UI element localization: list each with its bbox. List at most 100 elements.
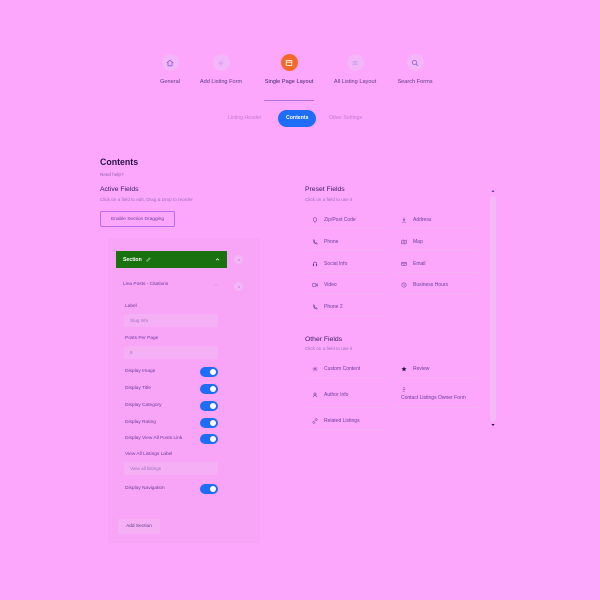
preset-field-label: Business Hours: [413, 282, 449, 288]
toggle-row-display-title: Display Title: [125, 384, 218, 394]
preset-field-business-hours[interactable]: Business Hours: [396, 277, 478, 294]
chevron-up-icon[interactable]: [215, 257, 220, 262]
other-field-review[interactable]: Review: [396, 361, 478, 378]
preset-field-map[interactable]: Map: [396, 234, 478, 251]
widget-remove-button[interactable]: [234, 282, 243, 291]
other-field-contact-owner-form[interactable]: Contact Listings Owner Form: [396, 383, 478, 408]
pin-icon: [312, 217, 318, 223]
toggle-label: Display Category: [125, 403, 162, 408]
tab-contents[interactable]: Contents: [278, 110, 317, 127]
toggle-row-display-rating: Display Rating: [125, 418, 218, 428]
preset-field-email[interactable]: Email: [396, 256, 478, 273]
user-icon: [312, 392, 318, 398]
display-navigation-toggle[interactable]: [200, 484, 218, 494]
home-icon: [161, 54, 179, 71]
pencil-icon[interactable]: [146, 257, 151, 262]
toggle-row-display-view-all: Display View All Posts Link: [125, 434, 218, 444]
section-label: Section: [123, 256, 142, 263]
layout-icon: [280, 54, 298, 71]
other-field-author-info[interactable]: Author Info: [307, 383, 387, 408]
section-header[interactable]: Section: [116, 251, 227, 268]
view-all-listings-label: View All Listings Label: [125, 452, 173, 457]
phone-icon: [312, 304, 318, 310]
preset-field-phone[interactable]: Phone: [307, 234, 387, 251]
preset-field-label: Email: [413, 261, 426, 267]
phone-icon: [312, 239, 318, 245]
display-rating-toggle[interactable]: [200, 418, 218, 428]
toggle-label: Display Rating: [125, 420, 156, 425]
view-all-listings-input[interactable]: View all listings: [124, 462, 218, 475]
preset-field-label: Phone 2: [324, 304, 343, 310]
map-icon: [401, 239, 407, 245]
close-icon: [237, 258, 240, 261]
preset-field-label: Video: [324, 282, 337, 288]
display-image-toggle[interactable]: [200, 367, 218, 377]
label-field-label: Label: [125, 304, 137, 309]
step-label: Search Forms: [397, 79, 433, 85]
video-icon: [312, 283, 318, 287]
other-field-label: Custom Content: [324, 366, 361, 372]
list-icon: [346, 54, 364, 71]
toggle-label: Display View All Posts Link: [125, 436, 183, 441]
preset-field-address[interactable]: Address: [396, 212, 478, 229]
preset-field-video[interactable]: Video: [307, 277, 387, 294]
active-fields-subtitle: Click on a field to edit, Drag & Drop to…: [100, 197, 193, 202]
other-fields-title: Other Fields: [305, 336, 343, 343]
label-input[interactable]: Slug Info: [124, 314, 218, 327]
add-section-button[interactable]: Add Section: [118, 519, 160, 534]
preset-field-phone-2[interactable]: Phone 2: [307, 299, 387, 316]
other-field-label: Contact Listings Owner Form: [401, 395, 466, 401]
gear-icon: [312, 366, 318, 372]
need-help-link[interactable]: Need help?: [100, 172, 124, 177]
preset-field-social-info[interactable]: Social Info: [307, 256, 387, 273]
other-field-label: Author Info: [324, 392, 349, 398]
plus-icon: [212, 54, 230, 71]
preset-field-label: Address: [413, 217, 432, 223]
toggle-label: Display Image: [125, 369, 156, 374]
display-category-toggle[interactable]: [200, 401, 218, 411]
preset-fields-title: Preset Fields: [305, 186, 345, 193]
active-step-underline: [264, 100, 314, 101]
page-title: Contents: [100, 157, 139, 167]
step-navigation: General Add Listing Form Single Page Lay…: [150, 54, 450, 104]
other-field-custom-content[interactable]: Custom Content: [307, 361, 387, 378]
toggle-label: Display Navigation: [125, 486, 165, 491]
widget-title[interactable]: Lina Posts - Citations: [123, 282, 168, 287]
fields-scrollbar[interactable]: [490, 196, 496, 422]
preset-field-label: Social Info: [324, 261, 348, 267]
posts-per-page-label: Posts Per Page: [125, 336, 159, 341]
star-icon: [401, 366, 407, 372]
preset-field-label: Map: [413, 239, 423, 245]
toggle-row-display-image: Display Image: [125, 367, 218, 377]
email-icon: [401, 262, 407, 266]
search-icon: [406, 54, 424, 71]
toggle-row-display-category: Display Category: [125, 401, 218, 411]
posts-per-page-input[interactable]: 5: [124, 346, 218, 359]
preset-field-label: Phone: [324, 239, 339, 245]
display-view-all-toggle[interactable]: [200, 434, 218, 444]
other-field-label: Related Listings: [324, 418, 360, 424]
other-field-label: Review: [413, 366, 430, 372]
map-pin-icon: [402, 217, 406, 223]
toggle-row-display-navigation: Display Navigation: [125, 484, 218, 494]
display-title-toggle[interactable]: [200, 384, 218, 394]
tab-listing-header[interactable]: Listing Header: [228, 110, 261, 127]
preset-field-zip[interactable]: Zip/Post Code: [307, 212, 387, 229]
other-fields-subtitle: Click on a field to use it: [305, 346, 353, 351]
enable-section-dragging-button[interactable]: Enable Section Dragging: [100, 211, 175, 227]
toggle-label: Display Title: [125, 386, 151, 391]
close-icon: [237, 285, 240, 288]
chevron-up-icon[interactable]: [214, 283, 218, 287]
other-field-related-listings[interactable]: Related Listings: [307, 413, 387, 430]
form-icon: [402, 387, 406, 392]
preset-field-label: Zip/Post Code: [324, 217, 356, 223]
tab-other-settings[interactable]: Other Settings: [329, 110, 362, 127]
active-fields-title: Active Fields: [100, 186, 139, 193]
clock-icon: [401, 282, 407, 288]
scroll-down-icon[interactable]: [491, 423, 495, 427]
step-search-forms[interactable]: Search Forms: [375, 54, 455, 85]
link-icon: [312, 418, 318, 424]
scroll-up-icon[interactable]: [491, 189, 495, 193]
section-remove-button[interactable]: [234, 255, 243, 264]
headset-icon: [312, 261, 318, 267]
